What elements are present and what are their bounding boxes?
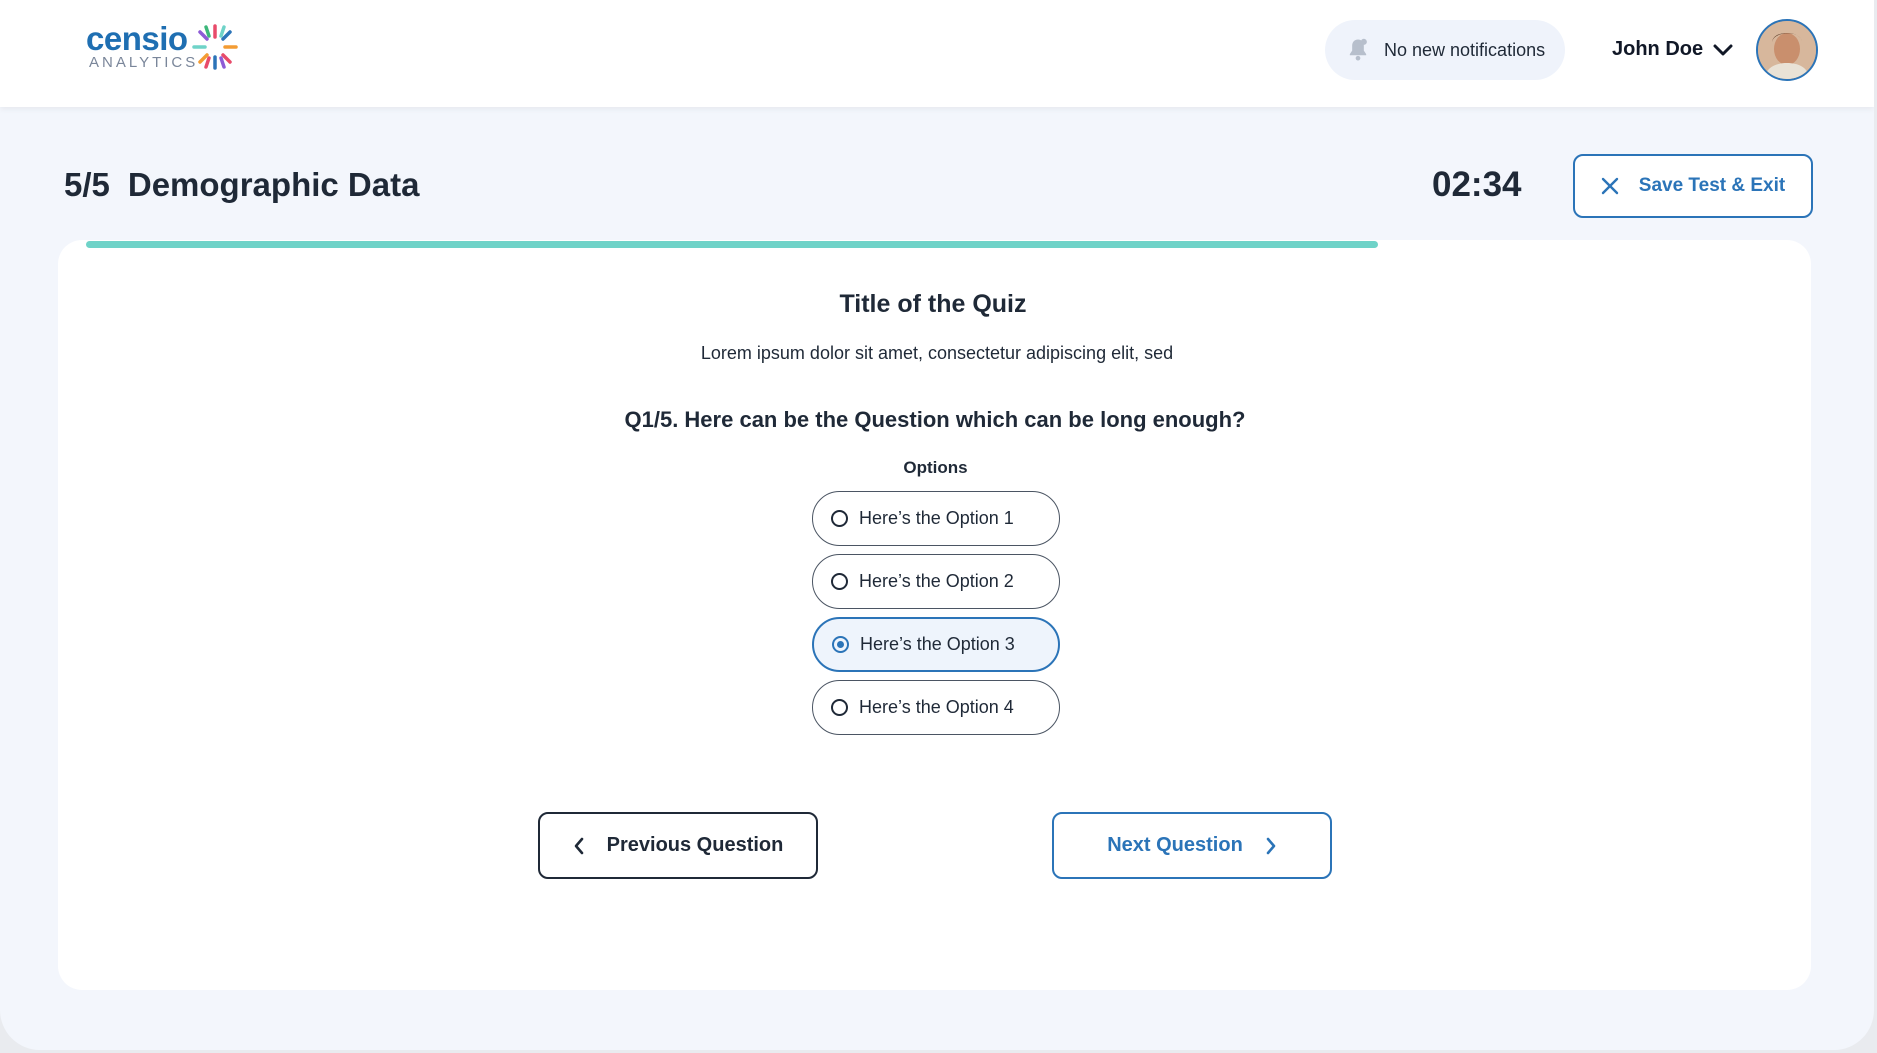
radio-button[interactable]	[831, 573, 848, 590]
step-counter: 5/5	[64, 166, 110, 203]
options-list: Here’s the Option 1 Here’s the Option 2 …	[812, 491, 1060, 743]
section-title: Demographic Data	[127, 166, 420, 203]
question-text: Q1/5. Here can be the Question which can…	[624, 407, 1246, 432]
chevron-down-icon	[1713, 44, 1733, 55]
save-and-exit-label: Save Test & Exit	[1638, 175, 1786, 196]
option-3[interactable]: Here’s the Option 3	[812, 617, 1060, 672]
radio-button[interactable]	[831, 699, 848, 716]
top-bar: censio ANALYTICS No new notifications Jo…	[0, 0, 1874, 107]
previous-question-button[interactable]: Previous Question	[538, 812, 818, 879]
option-label: Here’s the Option 4	[859, 697, 1014, 717]
radio-button[interactable]	[831, 510, 848, 527]
save-and-exit-button[interactable]: Save Test & Exit	[1573, 154, 1813, 218]
notifications-pill[interactable]: No new notifications	[1325, 20, 1565, 80]
chevron-left-icon	[574, 837, 583, 854]
chevron-right-icon	[1266, 837, 1276, 854]
option-1[interactable]: Here’s the Option 1	[812, 491, 1060, 546]
next-question-label: Next Question	[1107, 834, 1243, 856]
user-name: John Doe	[1612, 38, 1704, 60]
previous-question-label: Previous Question	[606, 834, 784, 856]
countdown-timer: 02:34	[1432, 165, 1522, 204]
bell-icon	[1349, 38, 1367, 61]
options-label: Options	[903, 458, 968, 477]
user-menu[interactable]: John Doe	[1612, 38, 1733, 61]
page-title: 5/5 Demographic Data	[64, 166, 419, 204]
avatar[interactable]	[1756, 19, 1818, 81]
progress-bar	[86, 241, 1606, 248]
progress-fill	[86, 241, 1378, 248]
option-4[interactable]: Here’s the Option 4	[812, 680, 1060, 735]
option-label: Here’s the Option 3	[860, 634, 1015, 654]
radio-button[interactable]	[832, 636, 849, 653]
brand-logo[interactable]: censio ANALYTICS	[86, 20, 246, 76]
logo-burst-icon	[192, 24, 238, 70]
app-frame: censio ANALYTICS No new notifications Jo…	[0, 0, 1874, 1050]
option-label: Here’s the Option 1	[859, 508, 1014, 528]
notifications-text: No new notifications	[1384, 39, 1546, 60]
next-question-button[interactable]: Next Question	[1052, 812, 1332, 879]
option-label: Here’s the Option 2	[859, 571, 1014, 591]
close-icon	[1601, 177, 1618, 195]
avatar-image	[1758, 21, 1816, 79]
quiz-title: Title of the Quiz	[839, 290, 1027, 318]
option-2[interactable]: Here’s the Option 2	[812, 554, 1060, 609]
brand-subtitle: ANALYTICS	[89, 54, 199, 71]
quiz-description: Lorem ipsum dolor sit amet, consectetur …	[700, 343, 1174, 363]
brand-name: censio	[86, 20, 188, 57]
